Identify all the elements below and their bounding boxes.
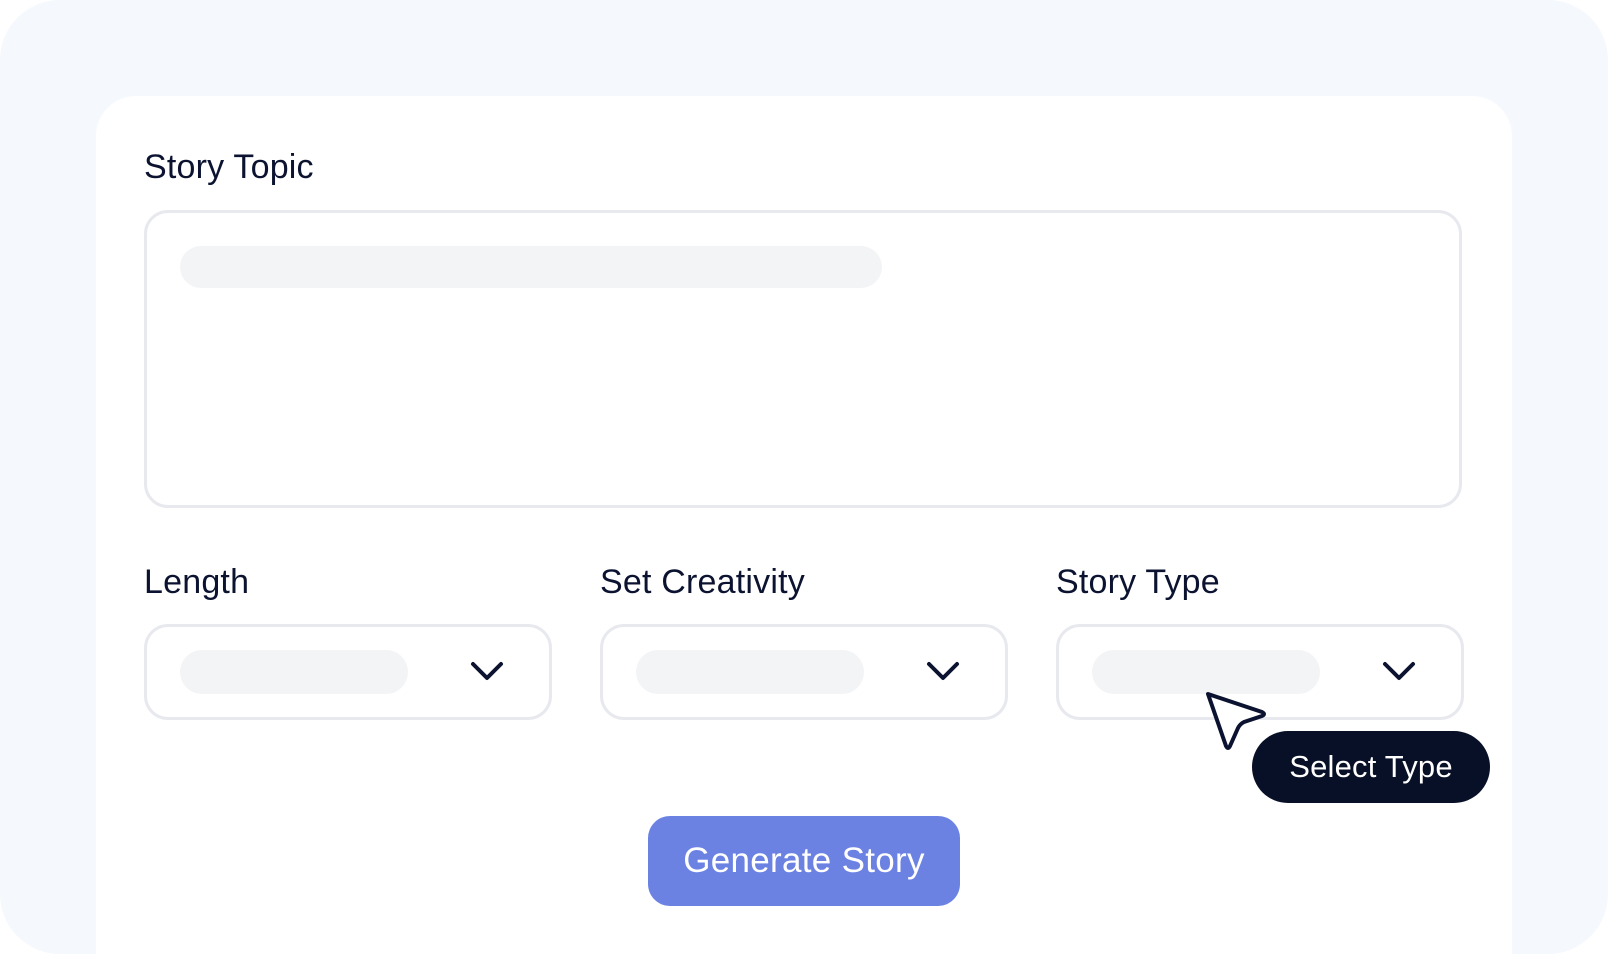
chevron-down-icon[interactable]	[925, 659, 961, 683]
select-type-tooltip: Select Type	[1252, 731, 1490, 803]
creativity-select[interactable]	[600, 624, 1008, 720]
chevron-down-icon[interactable]	[469, 659, 505, 683]
chevron-down-icon[interactable]	[1381, 659, 1417, 683]
length-value-skeleton	[180, 650, 408, 694]
length-label: Length	[144, 563, 250, 601]
set-creativity-label: Set Creativity	[600, 563, 805, 601]
creativity-value-skeleton	[636, 650, 864, 694]
story-topic-input[interactable]	[144, 210, 1462, 508]
topic-placeholder-skeleton	[180, 246, 882, 288]
story-type-label: Story Type	[1056, 563, 1220, 601]
app-background: Story Topic Length Set Creativity Story …	[0, 0, 1608, 954]
story-topic-label: Story Topic	[144, 148, 314, 186]
length-select[interactable]	[144, 624, 552, 720]
generate-story-button[interactable]: Generate Story	[648, 816, 960, 906]
